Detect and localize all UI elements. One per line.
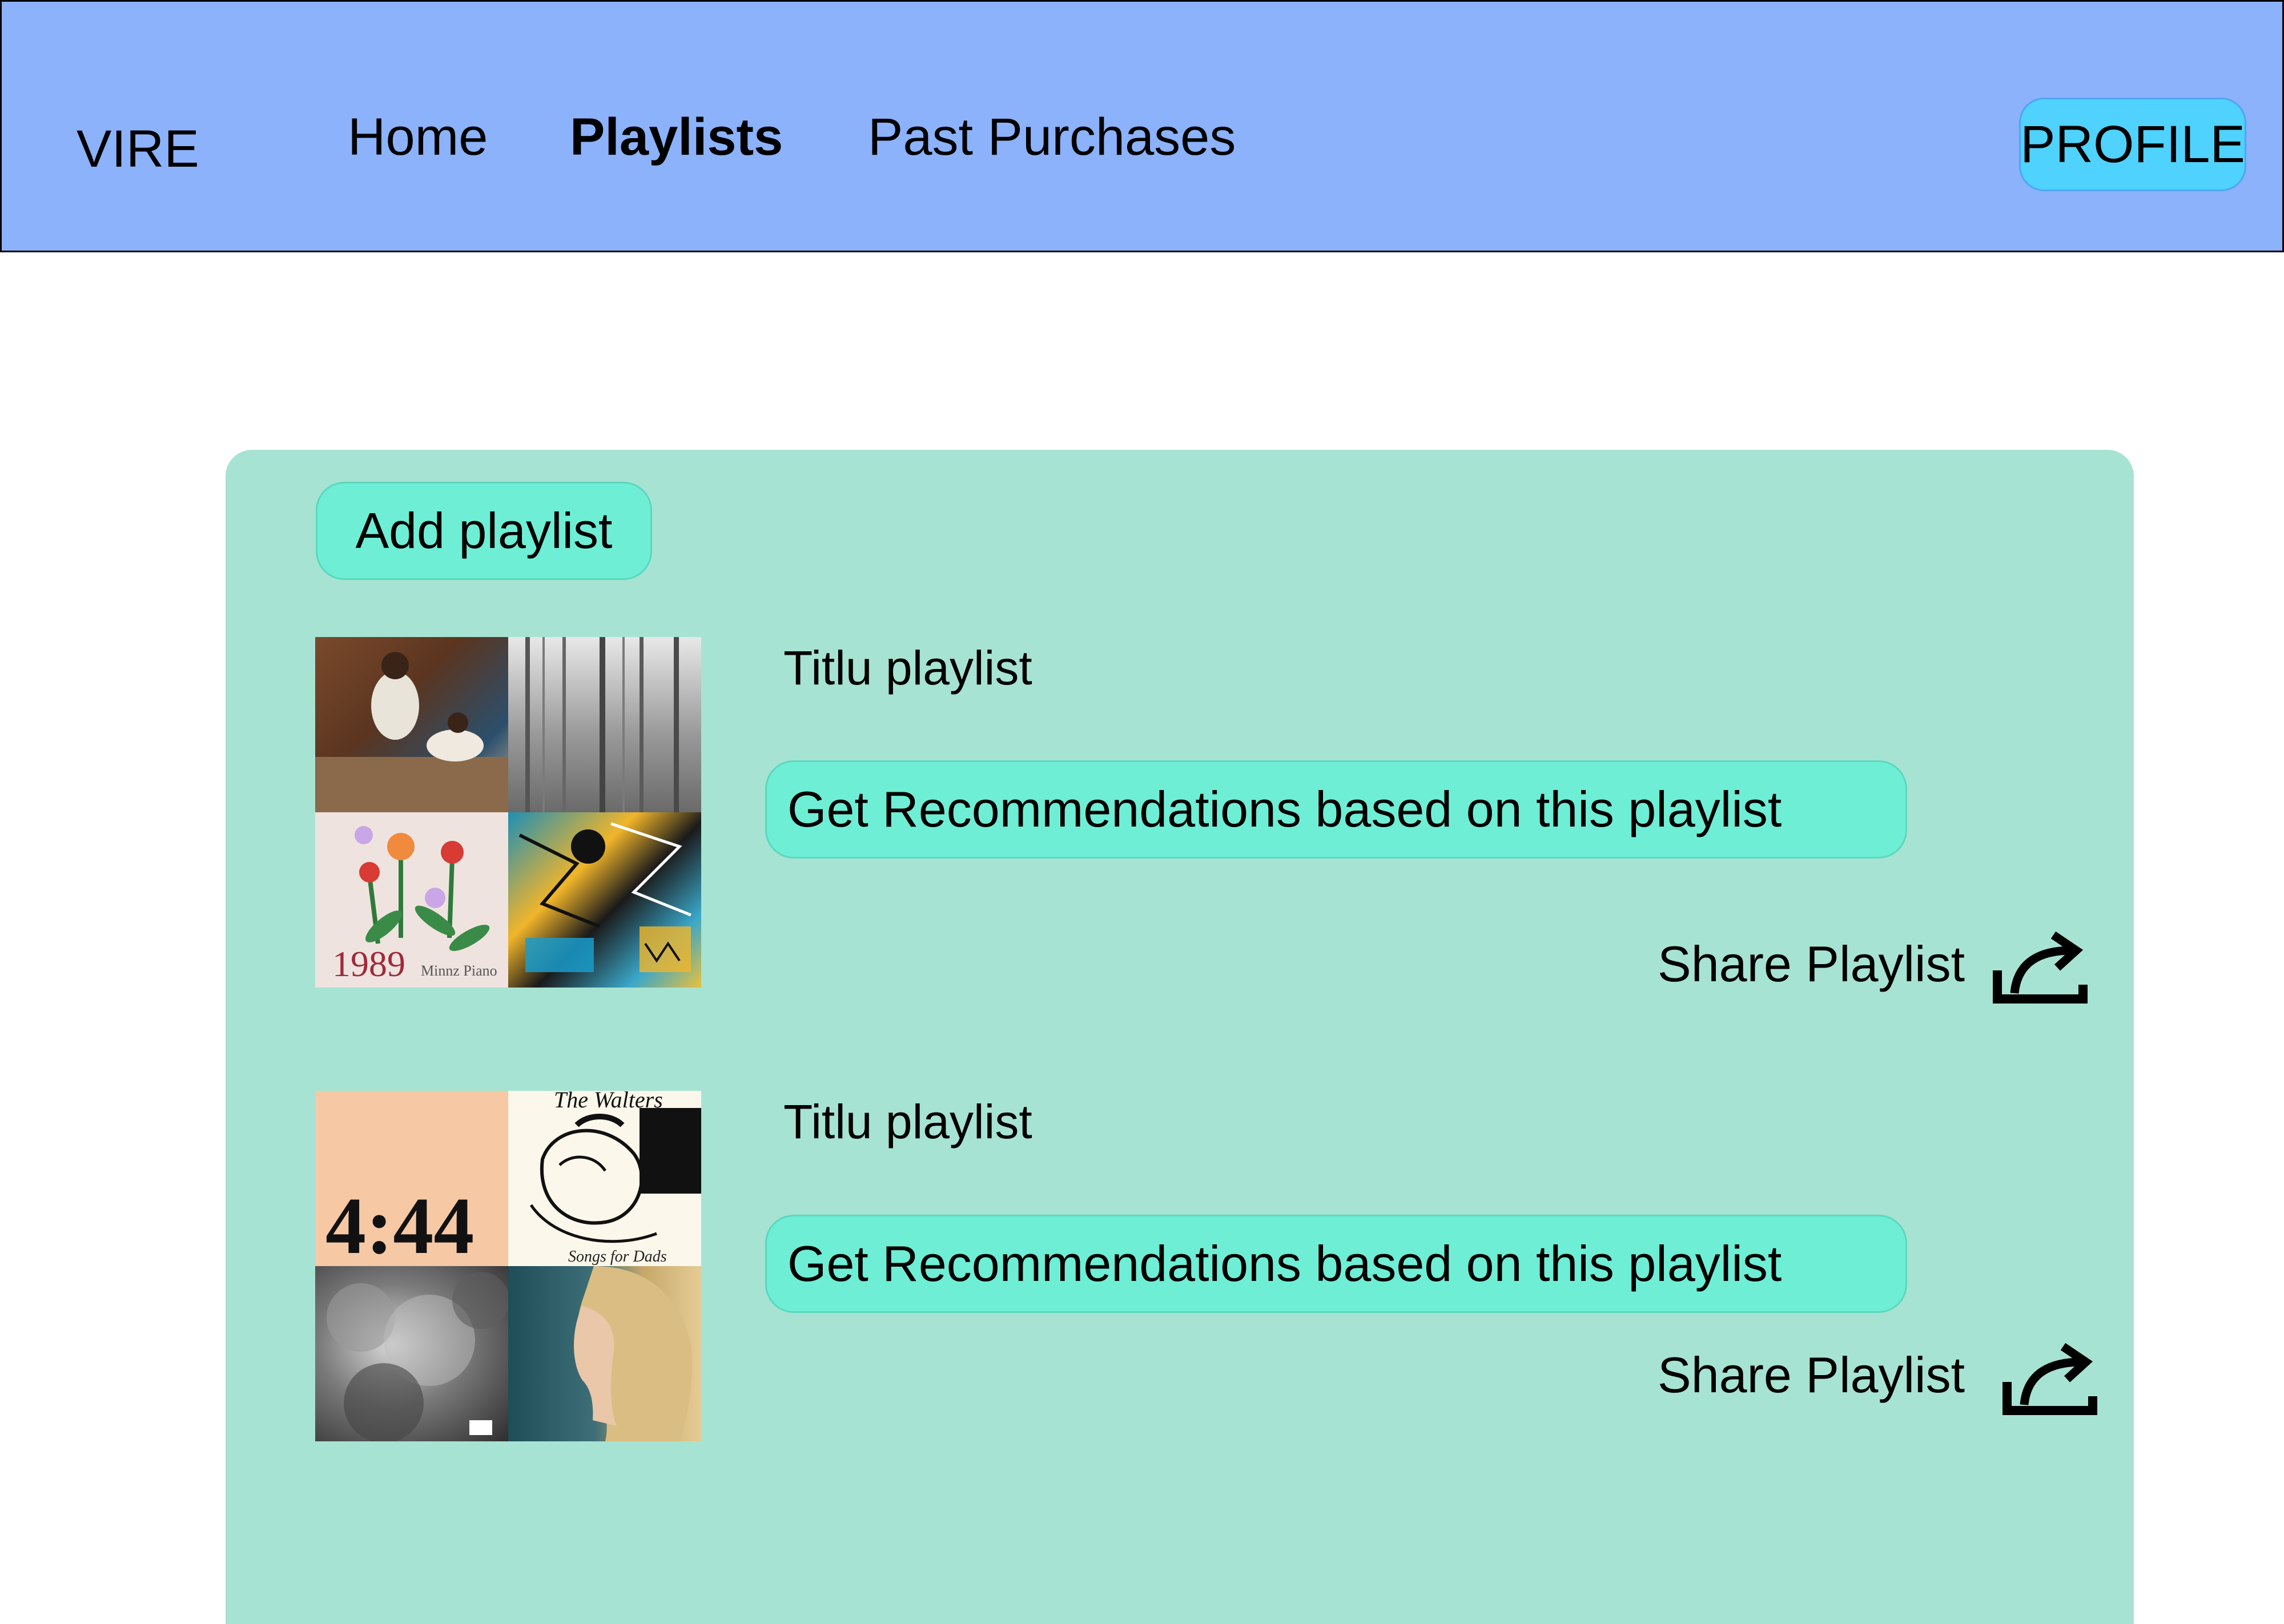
playlist-cover-collage[interactable]: 1989 Minnz Piano (315, 637, 701, 988)
playlist-cover-collage[interactable]: 4:44 The Walters Songs for Dads (315, 1091, 701, 1441)
top-navbar: VIRE Home Playlists Past Purchases PROFI… (0, 0, 2284, 252)
album-art-illustration (327, 1272, 508, 1441)
playlist-title: Titlu playlist (783, 1095, 1032, 1149)
album-art-illustration (315, 652, 508, 812)
album-art-illustration (529, 1108, 701, 1243)
playlist-item: 4:44 The Walters Songs for Dads Titlu pl… (226, 1091, 2134, 1502)
album-art-illustration (574, 1266, 693, 1441)
album-cover-444: 4:44 (315, 1091, 508, 1266)
get-recommendations-button[interactable]: Get Recommendations based on this playli… (765, 760, 1907, 859)
album-art-illustration (518, 822, 691, 972)
playlist-item: 1989 Minnz Piano Titlu playlist Get Reco… (226, 637, 2134, 1048)
album-cover-subtitle-text: Songs for Dads (568, 1248, 667, 1266)
nav-link-home[interactable]: Home (348, 111, 488, 163)
album-cover-storm-clouds (315, 1266, 508, 1441)
nav-link-past-purchases[interactable]: Past Purchases (868, 111, 1236, 163)
album-cover-the-walters: The Walters Songs for Dads (508, 1091, 701, 1266)
profile-button[interactable]: PROFILE (2019, 98, 2246, 191)
album-cover-artist-text: Minnz Piano (421, 962, 497, 979)
nav-link-playlists[interactable]: Playlists (570, 111, 783, 163)
brand-logo[interactable]: VIRE (77, 123, 199, 175)
share-arrow-icon[interactable] (2001, 1342, 2098, 1416)
share-playlist-link[interactable]: Share Playlist (1658, 1346, 1965, 1404)
get-recommendations-button[interactable]: Get Recommendations based on this playli… (765, 1215, 1907, 1313)
share-playlist-link[interactable]: Share Playlist (1658, 935, 1965, 993)
share-arrow-icon[interactable] (1992, 930, 2089, 1005)
album-cover-portrait-profile (508, 1266, 701, 1441)
album-cover-title-text: 4:44 (325, 1180, 475, 1266)
album-cover-band-text: The Walters (554, 1091, 663, 1113)
album-art-illustration (525, 637, 679, 812)
add-playlist-button[interactable]: Add playlist (316, 482, 652, 580)
playlists-panel: Add playlist 1989 Minnz Piano Titlu play… (226, 450, 2134, 1624)
album-cover-misty-forest (508, 637, 701, 812)
playlist-title: Titlu playlist (783, 641, 1032, 695)
album-cover-tulips: 1989 Minnz Piano (315, 812, 508, 988)
album-cover-family-portrait (315, 637, 508, 812)
album-cover-year-text: 1989 (332, 944, 405, 984)
album-cover-graffiti-art (508, 812, 701, 988)
